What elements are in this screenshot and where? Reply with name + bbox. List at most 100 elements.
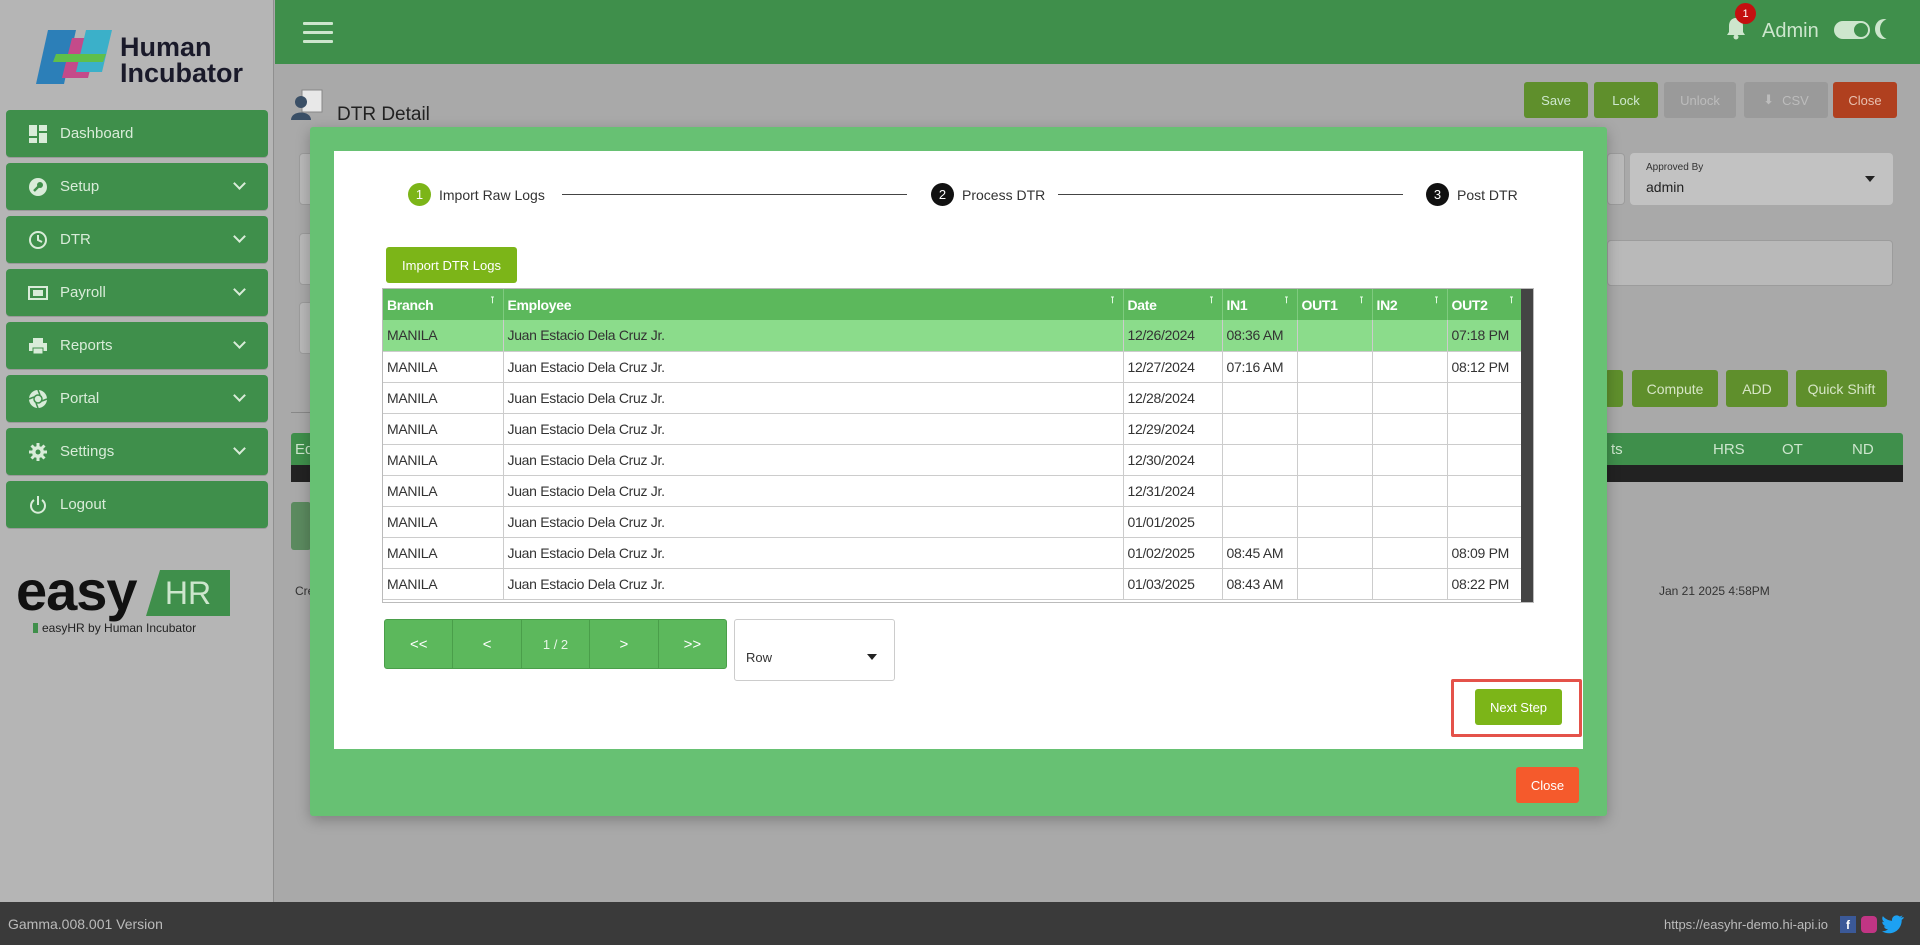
cell-out1[interactable] (1297, 475, 1373, 507)
sidebar-item-dtr[interactable]: DTR (6, 216, 268, 263)
cell-out1[interactable] (1297, 351, 1373, 383)
cell-employee[interactable]: Juan Estacio Dela Cruz Jr. (503, 568, 1124, 600)
cell-date[interactable]: 12/30/2024 (1123, 444, 1223, 476)
cell-out2[interactable]: 08:12 PM (1447, 351, 1523, 383)
column-header-branch[interactable]: Branch ⊺ (383, 289, 504, 320)
cell-branch[interactable]: MANILA (383, 537, 504, 569)
cell-out1[interactable] (1297, 320, 1373, 352)
cell-out1[interactable] (1297, 537, 1373, 569)
sidebar-item-setup[interactable]: Setup (6, 163, 268, 210)
cell-in2[interactable] (1372, 413, 1448, 445)
next-page-button[interactable]: > (590, 620, 659, 668)
table-row[interactable]: MANILA Juan Estacio Dela Cruz Jr. 12/27/20… (383, 351, 1523, 383)
cell-in2[interactable] (1372, 320, 1448, 352)
filter-icon[interactable]: ⊺ (1359, 295, 1364, 306)
cell-in2[interactable] (1372, 444, 1448, 476)
cell-employee[interactable]: Juan Estacio Dela Cruz Jr. (503, 475, 1124, 507)
menu-icon[interactable] (303, 22, 333, 44)
cell-out2[interactable]: 07:18 PM (1447, 320, 1523, 352)
cell-in2[interactable] (1372, 351, 1448, 383)
column-header-out1[interactable]: OUT1 ⊺ (1297, 289, 1373, 320)
cell-employee[interactable]: Juan Estacio Dela Cruz Jr. (503, 351, 1124, 383)
cell-out1[interactable] (1297, 413, 1373, 445)
twitter-icon[interactable] (1882, 915, 1904, 934)
cell-in2[interactable] (1372, 475, 1448, 507)
save-button[interactable]: Save (1524, 82, 1588, 118)
column-header-employee[interactable]: Employee ⊺ (503, 289, 1124, 320)
cell-employee[interactable]: Juan Estacio Dela Cruz Jr. (503, 506, 1124, 538)
csv-button[interactable]: ⬇ CSV (1744, 82, 1828, 118)
cell-date[interactable]: 01/03/2025 (1123, 568, 1223, 600)
cell-out2[interactable]: 08:09 PM (1447, 537, 1523, 569)
cell-branch[interactable]: MANILA (383, 351, 504, 383)
unlock-button[interactable]: Unlock (1664, 82, 1736, 118)
column-header-out2[interactable]: OUT2 ⊺ (1447, 289, 1523, 320)
column-header-date[interactable]: Date ⊺ (1123, 289, 1223, 320)
theme-toggle[interactable] (1834, 21, 1870, 39)
cell-in1[interactable] (1222, 506, 1298, 538)
cell-date[interactable]: 12/26/2024 (1123, 320, 1223, 352)
cell-out2[interactable] (1447, 475, 1523, 507)
approved-by-select[interactable]: Approved By admin (1630, 153, 1893, 205)
cell-branch[interactable]: MANILA (383, 506, 504, 538)
modal-close-button[interactable]: Close (1516, 767, 1579, 803)
sidebar-item-payroll[interactable]: Payroll (6, 269, 268, 316)
sidebar-item-dashboard[interactable]: Dashboard (6, 110, 268, 157)
cell-in1[interactable]: 07:16 AM (1222, 351, 1298, 383)
cell-in1[interactable] (1222, 413, 1298, 445)
first-page-button[interactable]: << (385, 620, 454, 668)
cell-date[interactable]: 12/29/2024 (1123, 413, 1223, 445)
cell-out2[interactable] (1447, 382, 1523, 414)
cell-branch[interactable]: MANILA (383, 382, 504, 414)
cell-employee[interactable]: Juan Estacio Dela Cruz Jr. (503, 382, 1124, 414)
quick-shift-button[interactable]: Quick Shift (1796, 370, 1887, 407)
cell-date[interactable]: 12/28/2024 (1123, 382, 1223, 414)
cell-out1[interactable] (1297, 444, 1373, 476)
column-header-in1[interactable]: IN1 ⊺ (1222, 289, 1298, 320)
lock-button[interactable]: Lock (1594, 82, 1658, 118)
cell-out2[interactable] (1447, 444, 1523, 476)
cell-in1[interactable]: 08:43 AM (1222, 568, 1298, 600)
cell-in2[interactable] (1372, 382, 1448, 414)
filter-icon[interactable]: ⊺ (1209, 295, 1214, 306)
cell-out1[interactable] (1297, 568, 1373, 600)
cell-in1[interactable]: 08:45 AM (1222, 537, 1298, 569)
footer-url[interactable]: https://easyhr-demo.hi-api.io (1664, 917, 1828, 932)
sidebar-item-reports[interactable]: Reports (6, 322, 268, 369)
filter-icon[interactable]: ⊺ (1434, 295, 1439, 306)
last-page-button[interactable]: >> (659, 620, 726, 668)
column-header-in2[interactable]: IN2 ⊺ (1372, 289, 1448, 320)
rows-per-page-select[interactable]: Row (734, 619, 895, 681)
table-row[interactable]: MANILA Juan Estacio Dela Cruz Jr. 12/26/20… (383, 320, 1523, 352)
table-row[interactable]: MANILA Juan Estacio Dela Cruz Jr. 12/29/20… (383, 413, 1523, 445)
add-button[interactable]: ADD (1726, 370, 1788, 407)
compute-button[interactable]: Compute (1632, 370, 1718, 407)
prev-page-button[interactable]: < (453, 620, 522, 668)
cell-in1[interactable] (1222, 475, 1298, 507)
sidebar-item-settings[interactable]: Settings (6, 428, 268, 475)
cell-date[interactable]: 12/27/2024 (1123, 351, 1223, 383)
table-row[interactable]: MANILA Juan Estacio Dela Cruz Jr. 01/03/20… (383, 568, 1523, 600)
cell-branch[interactable]: MANILA (383, 475, 504, 507)
sidebar-item-logout[interactable]: Logout (6, 481, 268, 528)
table-row[interactable]: MANILA Juan Estacio Dela Cruz Jr. 01/02/20… (383, 537, 1523, 569)
cell-branch[interactable]: MANILA (383, 413, 504, 445)
page-close-button[interactable]: Close (1833, 82, 1897, 118)
cell-out2[interactable] (1447, 506, 1523, 538)
cell-employee[interactable]: Juan Estacio Dela Cruz Jr. (503, 537, 1124, 569)
table-row[interactable]: MANILA Juan Estacio Dela Cruz Jr. 01/01/20… (383, 506, 1523, 538)
cell-out1[interactable] (1297, 506, 1373, 538)
cell-in2[interactable] (1372, 506, 1448, 538)
cell-date[interactable]: 01/02/2025 (1123, 537, 1223, 569)
cell-employee[interactable]: Juan Estacio Dela Cruz Jr. (503, 413, 1124, 445)
cell-date[interactable]: 12/31/2024 (1123, 475, 1223, 507)
table-row[interactable]: MANILA Juan Estacio Dela Cruz Jr. 12/31/20… (383, 475, 1523, 507)
cell-branch[interactable]: MANILA (383, 320, 504, 352)
table-row[interactable]: MANILA Juan Estacio Dela Cruz Jr. 12/30/20… (383, 444, 1523, 476)
cell-employee[interactable]: Juan Estacio Dela Cruz Jr. (503, 320, 1124, 352)
cell-date[interactable]: 01/01/2025 (1123, 506, 1223, 538)
instagram-icon[interactable] (1861, 916, 1877, 933)
import-dtr-logs-button[interactable]: Import DTR Logs (386, 247, 517, 283)
cell-out2[interactable] (1447, 413, 1523, 445)
next-step-button[interactable]: Next Step (1475, 689, 1562, 725)
